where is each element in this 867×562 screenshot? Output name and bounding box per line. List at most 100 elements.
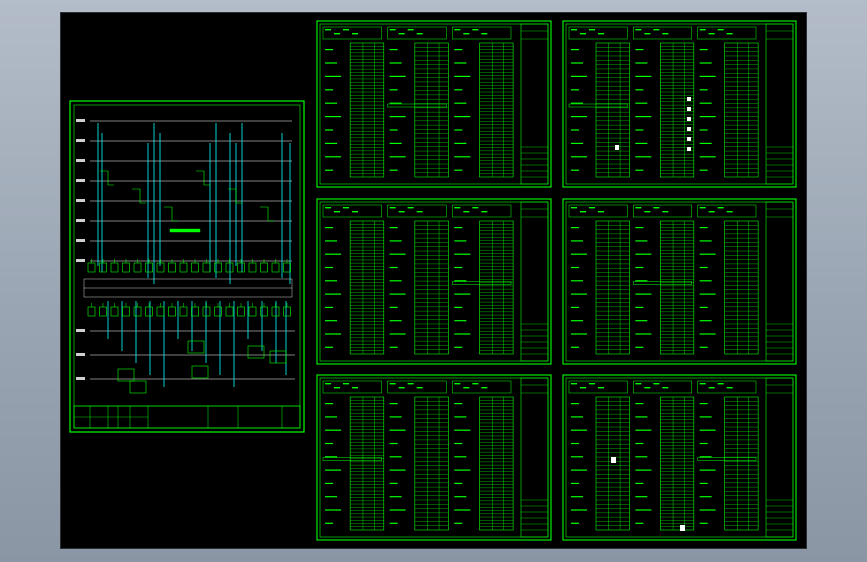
row-label-mark bbox=[635, 293, 652, 295]
row-label-mark bbox=[454, 306, 463, 308]
row-label-mark bbox=[699, 403, 708, 405]
section-divider bbox=[633, 281, 692, 285]
breaker-symbol bbox=[214, 262, 222, 273]
bus-label-mark bbox=[76, 239, 85, 242]
row-label-mark bbox=[635, 403, 644, 405]
row-label-mark bbox=[699, 156, 716, 158]
schematic-sheet bbox=[69, 100, 305, 433]
row-label-mark bbox=[454, 253, 471, 255]
data-table bbox=[414, 42, 449, 178]
header-text-mark bbox=[416, 387, 423, 389]
connector-marker bbox=[615, 145, 619, 150]
header-text-mark bbox=[662, 33, 669, 35]
row-label-mark bbox=[571, 240, 583, 242]
header-text-mark bbox=[389, 29, 396, 31]
row-label-mark bbox=[389, 346, 398, 348]
bus-label-mark bbox=[76, 119, 85, 122]
row-label-mark bbox=[389, 306, 398, 308]
header-text-mark bbox=[481, 33, 488, 35]
header-text-mark bbox=[717, 383, 724, 385]
row-label-mark bbox=[325, 62, 337, 64]
row-label-mark bbox=[454, 116, 471, 118]
row-label-mark bbox=[389, 266, 398, 269]
breaker-symbol bbox=[202, 306, 211, 317]
row-label-mark bbox=[699, 102, 712, 104]
component-box bbox=[269, 350, 287, 364]
row-label-mark bbox=[454, 333, 471, 335]
header-text-mark bbox=[644, 211, 651, 213]
row-label-mark bbox=[389, 240, 402, 242]
data-table bbox=[349, 396, 385, 531]
breaker-symbol bbox=[179, 306, 188, 317]
row-label-mark bbox=[454, 496, 467, 498]
header-text-mark bbox=[398, 387, 405, 389]
row-label-mark bbox=[635, 102, 648, 104]
data-table bbox=[479, 220, 514, 355]
breaker-symbol bbox=[179, 262, 188, 273]
header-text-mark bbox=[472, 29, 479, 31]
row-label-mark bbox=[325, 116, 341, 118]
row-label-mark bbox=[571, 306, 579, 308]
row-label-mark bbox=[389, 253, 406, 255]
branch-connector bbox=[196, 170, 210, 186]
table-sheet-inner bbox=[319, 201, 549, 362]
connector-marker bbox=[611, 457, 616, 463]
row-label-mark bbox=[571, 496, 583, 498]
row-label-mark bbox=[699, 469, 716, 471]
row-label-mark bbox=[389, 49, 398, 51]
header-text-mark bbox=[454, 29, 461, 31]
row-label-mark bbox=[635, 253, 652, 255]
row-label-mark bbox=[454, 62, 467, 64]
breaker-symbol bbox=[260, 262, 268, 273]
header-text-mark bbox=[407, 383, 414, 385]
row-label-mark bbox=[699, 346, 708, 348]
row-label-mark bbox=[454, 320, 467, 322]
row-label-mark bbox=[571, 102, 583, 104]
row-label-mark bbox=[571, 280, 583, 282]
component-box bbox=[187, 340, 205, 354]
component-box bbox=[129, 380, 147, 394]
row-label-mark bbox=[325, 89, 333, 91]
row-label-mark bbox=[389, 102, 402, 104]
header-text-mark bbox=[708, 211, 715, 213]
row-label-mark bbox=[699, 496, 712, 498]
row-label-mark bbox=[325, 129, 333, 131]
row-label-mark bbox=[571, 266, 579, 269]
row-label-mark bbox=[389, 469, 406, 471]
breaker-symbol bbox=[237, 262, 245, 273]
breaker-symbol bbox=[156, 262, 165, 273]
row-label-mark bbox=[389, 89, 398, 91]
component-box bbox=[191, 365, 209, 379]
row-label-mark bbox=[571, 116, 587, 118]
row-label-mark bbox=[454, 240, 467, 242]
row-label-mark bbox=[454, 509, 471, 511]
header-text-mark bbox=[699, 383, 706, 385]
breaker-symbol bbox=[191, 306, 199, 317]
row-label-mark bbox=[635, 280, 648, 282]
header-text-mark bbox=[580, 33, 586, 35]
data-table bbox=[724, 220, 759, 355]
header-text-mark bbox=[635, 383, 642, 385]
table-sheet-inner bbox=[565, 377, 794, 538]
data-table bbox=[595, 396, 630, 531]
drawing-canvas[interactable] bbox=[61, 13, 806, 548]
row-label-mark bbox=[325, 522, 333, 524]
row-label-mark bbox=[454, 469, 471, 471]
breaker-symbol bbox=[133, 306, 142, 317]
row-label-mark bbox=[389, 227, 398, 229]
row-label-mark bbox=[571, 227, 579, 229]
header-text-mark bbox=[454, 383, 461, 385]
row-label-mark bbox=[325, 456, 337, 458]
breaker-symbol bbox=[168, 306, 176, 317]
cad-drawing-viewport[interactable] bbox=[61, 13, 806, 548]
row-label-mark bbox=[699, 509, 716, 511]
row-label-mark bbox=[389, 482, 398, 484]
row-label-mark bbox=[635, 456, 648, 458]
row-label-mark bbox=[325, 403, 333, 405]
bus-label-mark bbox=[76, 219, 85, 222]
header-text-mark bbox=[389, 383, 396, 385]
row-label-mark bbox=[454, 266, 463, 269]
row-label-mark bbox=[635, 482, 644, 484]
branch-connector bbox=[260, 206, 274, 222]
row-label-mark bbox=[325, 142, 337, 144]
